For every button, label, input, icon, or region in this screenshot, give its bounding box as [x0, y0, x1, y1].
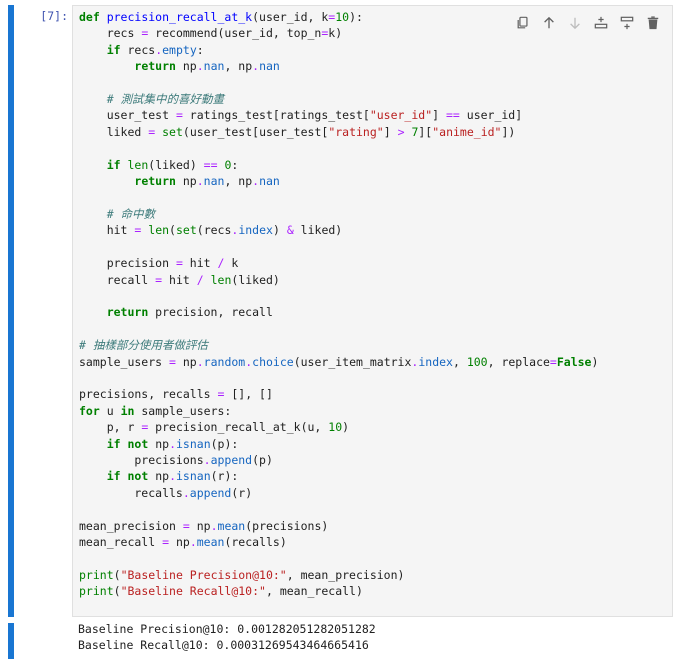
insert-below-icon[interactable]: [616, 12, 638, 34]
input-cell-indicator[interactable]: [8, 5, 14, 617]
code-line: ​: [79, 189, 598, 205]
delete-icon[interactable]: [642, 12, 664, 34]
code-line: hit = len(set(recs.index) & liked): [79, 223, 343, 238]
code-line: if not np.isnan(r):: [106, 469, 239, 484]
code-line: ​: [79, 550, 598, 566]
code-line: liked = set(user_test[user_test["rating"…: [79, 124, 516, 139]
code-line: if recs.empty:: [106, 42, 204, 57]
code-line: for u in sample_users:: [79, 403, 232, 418]
code-line: precisions.append(p): [79, 452, 273, 467]
code-line: return precision, recall: [106, 305, 273, 320]
code-line: return np.nan, np.nan: [134, 59, 280, 74]
code-line: # 測試集中的喜好動畫: [106, 92, 225, 107]
code-line: # 命中數: [106, 206, 156, 221]
code-line: sample_users = np.random.choice(user_ite…: [79, 354, 599, 369]
code-line: recalls.append(r): [79, 485, 253, 500]
code-line: user_test = ratings_test[ratings_test["u…: [79, 108, 523, 123]
move-up-icon[interactable]: [538, 12, 560, 34]
code-editor[interactable]: def precision_recall_at_k(user_id, k=10)…: [79, 9, 598, 600]
execution-count: [7]:: [40, 9, 68, 23]
code-line: ​: [79, 288, 598, 304]
code-line: print("Baseline Recall@10:", mean_recall…: [79, 584, 363, 599]
code-line: ​: [79, 239, 598, 255]
code-line: # 抽樣部分使用者做評估: [79, 338, 208, 353]
insert-above-icon[interactable]: [590, 12, 612, 34]
code-line: mean_precision = np.mean(precisions): [79, 518, 329, 533]
cell-output: Baseline Precision@10: 0.001282051282051…: [78, 621, 376, 654]
code-line: ​: [79, 75, 598, 91]
code-line: if len(liked) == 0:: [106, 157, 239, 172]
code-line: return np.nan, np.nan: [134, 174, 280, 189]
code-cell-editor[interactable]: def precision_recall_at_k(user_id, k=10)…: [72, 5, 673, 617]
duplicate-icon[interactable]: [512, 12, 534, 34]
output-line: Baseline Precision@10: 0.001282051282051…: [78, 622, 376, 636]
code-line: precisions, recalls = [], []: [79, 387, 273, 402]
code-line: precision = hit / k: [79, 256, 239, 271]
cell-toolbar: [512, 12, 664, 34]
move-down-icon[interactable]: [564, 12, 586, 34]
code-line: print("Baseline Precision@10:", mean_pre…: [79, 567, 405, 582]
code-line: ​: [79, 370, 598, 386]
code-line: if not np.isnan(p):: [106, 436, 239, 451]
output-line: Baseline Recall@10: 0.000312695434646654…: [78, 638, 369, 653]
code-line: p, r = precision_recall_at_k(u, 10): [79, 420, 350, 435]
code-line: mean_recall = np.mean(recalls): [79, 535, 287, 549]
code-line: recall = hit / len(liked): [79, 272, 280, 287]
output-cell-indicator[interactable]: [8, 623, 14, 659]
code-line: ​: [79, 501, 598, 517]
code-line: ​: [79, 140, 598, 156]
code-line: ​: [79, 321, 598, 337]
